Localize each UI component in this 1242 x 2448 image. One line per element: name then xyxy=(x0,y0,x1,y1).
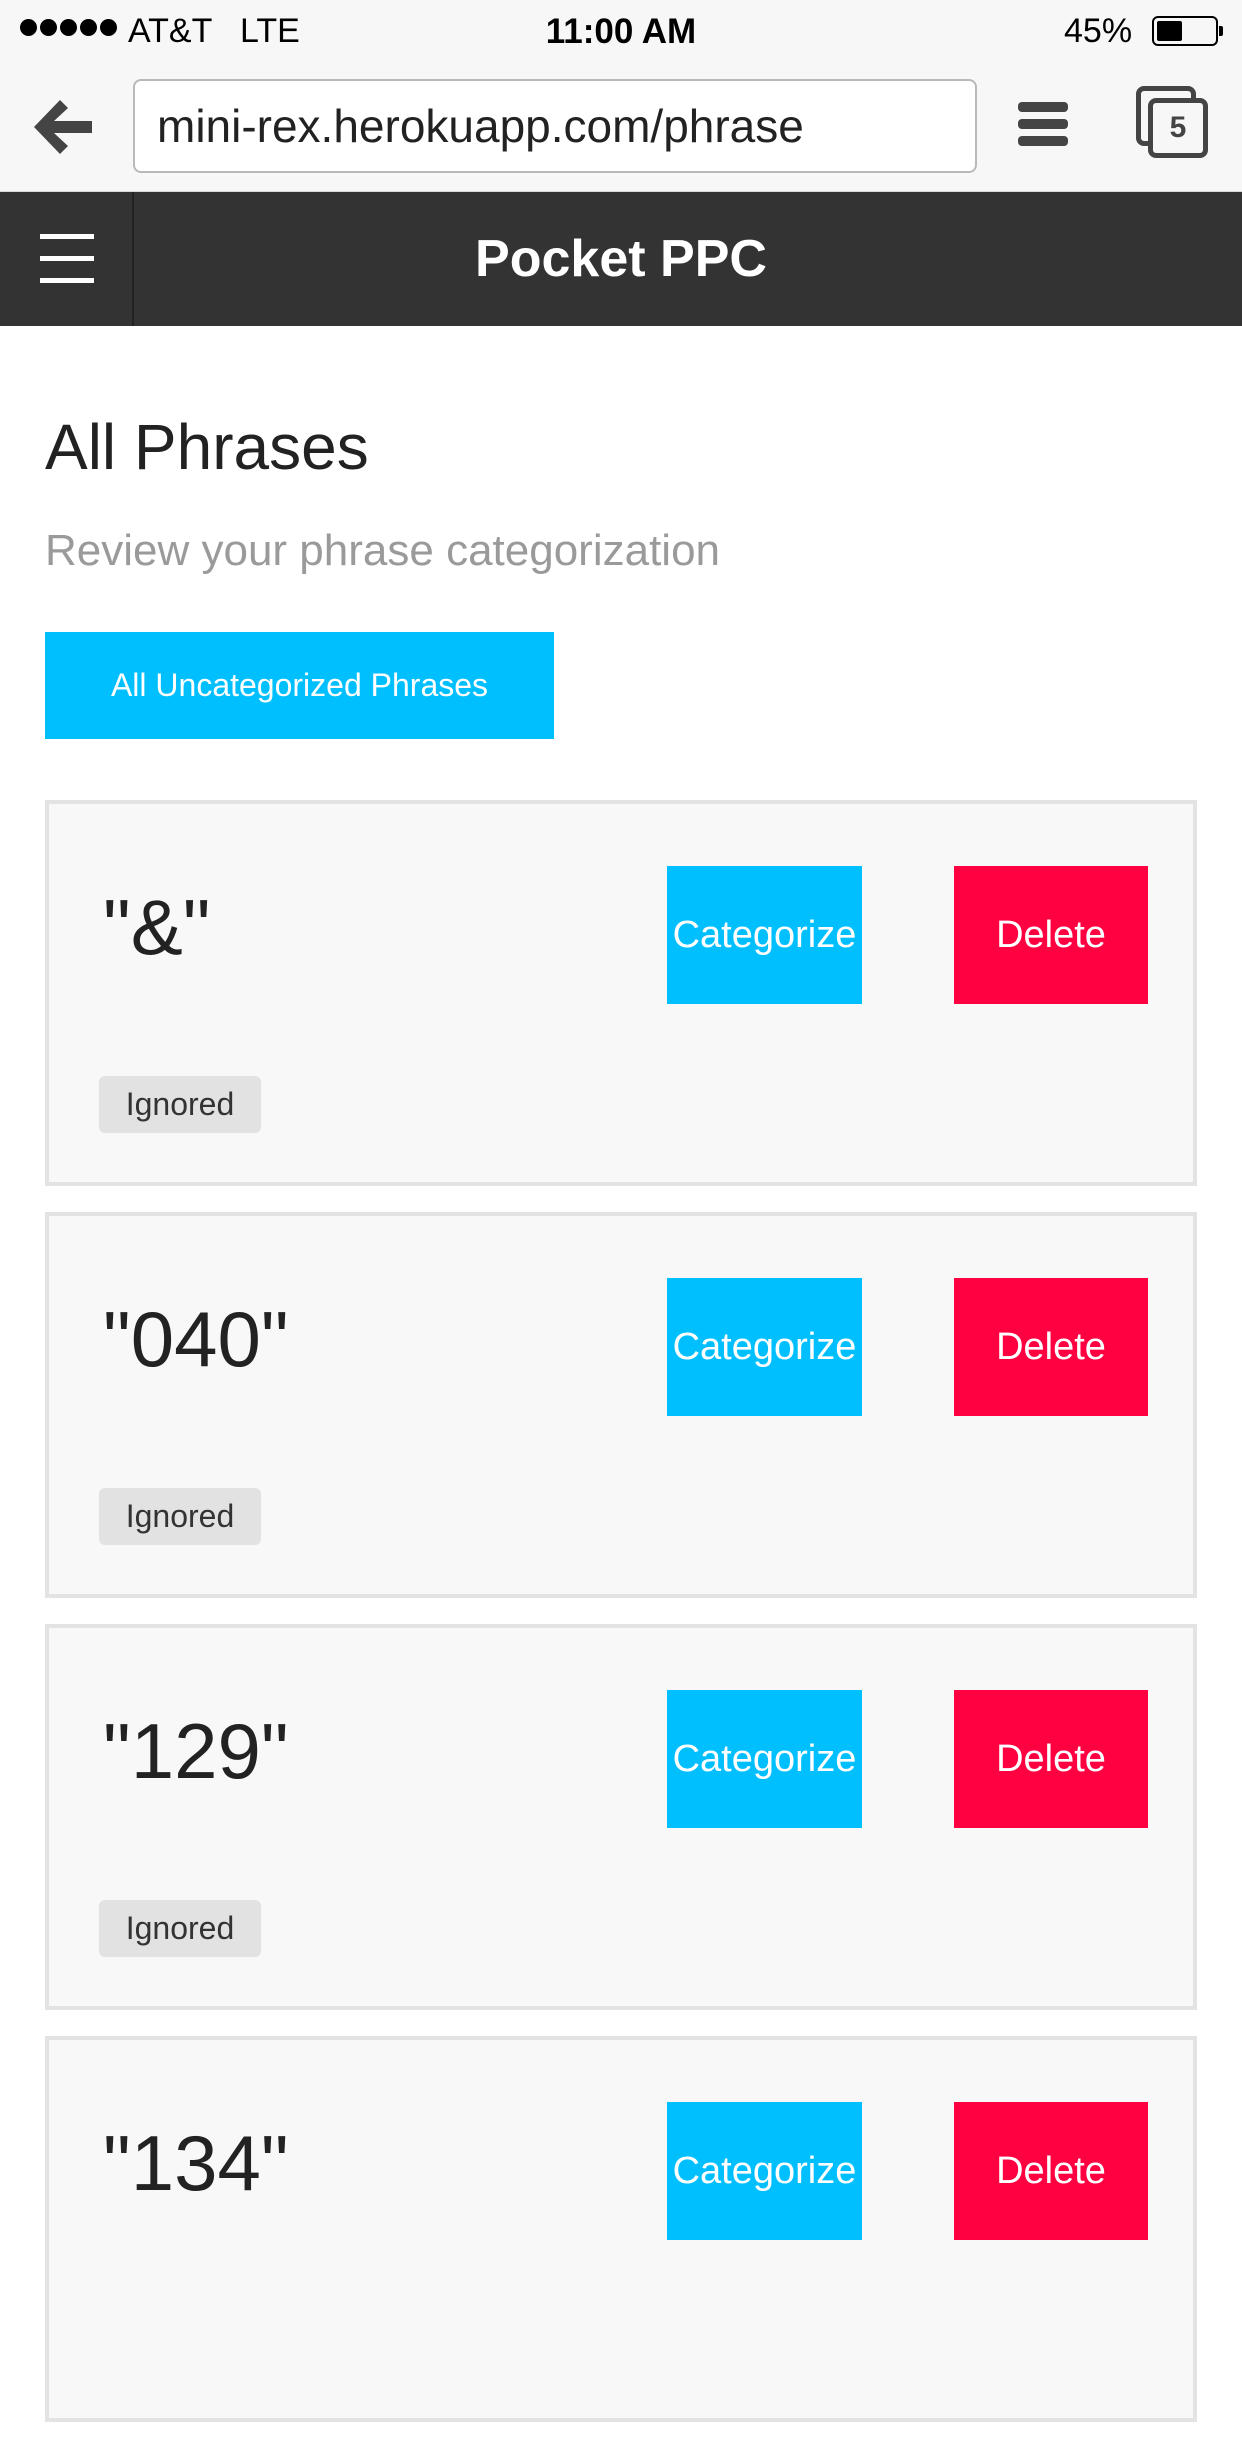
tabs-icon[interactable]: 5 xyxy=(1136,86,1210,160)
status-bar: AT&T LTE 11:00 AM 45% xyxy=(0,0,1242,62)
phrase-card: "134" Categorize Delete xyxy=(45,2036,1197,2422)
hamburger-icon[interactable] xyxy=(0,192,134,326)
page-title: All Phrases xyxy=(45,411,369,483)
page-subtitle: Review your phrase categorization xyxy=(45,526,721,575)
status-badge: Ignored xyxy=(99,1488,261,1545)
all-uncategorized-phrases-button[interactable]: All Uncategorized Phrases xyxy=(45,632,554,739)
categorize-button[interactable]: Categorize xyxy=(667,1690,862,1828)
phrase-card: "129" Categorize Delete Ignored xyxy=(45,1624,1197,2010)
status-time: 11:00 AM xyxy=(545,12,697,51)
phrase-text: "040" xyxy=(103,1295,289,1383)
status-badge: Ignored xyxy=(99,1076,261,1133)
app-header: Pocket PPC xyxy=(0,192,1242,326)
tab-count: 5 xyxy=(1148,98,1208,158)
phrase-card: "&" Categorize Delete Ignored xyxy=(45,800,1197,1186)
phrase-text: "&" xyxy=(103,883,211,971)
delete-button[interactable]: Delete xyxy=(954,866,1148,1004)
menu-icon[interactable] xyxy=(1018,102,1068,148)
delete-button[interactable]: Delete xyxy=(954,2102,1148,2240)
battery-icon xyxy=(1152,16,1223,46)
delete-button[interactable]: Delete xyxy=(954,1278,1148,1416)
battery-percent: 45% xyxy=(1064,12,1133,50)
categorize-button[interactable]: Categorize xyxy=(667,866,862,1004)
categorize-button[interactable]: Categorize xyxy=(667,2102,862,2240)
app-title: Pocket PPC xyxy=(475,230,767,288)
back-arrow-icon[interactable] xyxy=(30,96,100,158)
delete-button[interactable]: Delete xyxy=(954,1690,1148,1828)
phrase-text: "129" xyxy=(103,1707,289,1795)
phrase-card: "040" Categorize Delete Ignored xyxy=(45,1212,1197,1598)
categorize-button[interactable]: Categorize xyxy=(667,1278,862,1416)
phrase-text: "134" xyxy=(103,2119,289,2207)
url-field[interactable]: mini-rex.herokuapp.com/phrase xyxy=(133,79,977,173)
status-badge: Ignored xyxy=(99,1900,261,1957)
browser-toolbar: mini-rex.herokuapp.com/phrase 5 xyxy=(0,62,1242,192)
phrase-list: "&" Categorize Delete Ignored "040" Cate… xyxy=(45,800,1197,2448)
